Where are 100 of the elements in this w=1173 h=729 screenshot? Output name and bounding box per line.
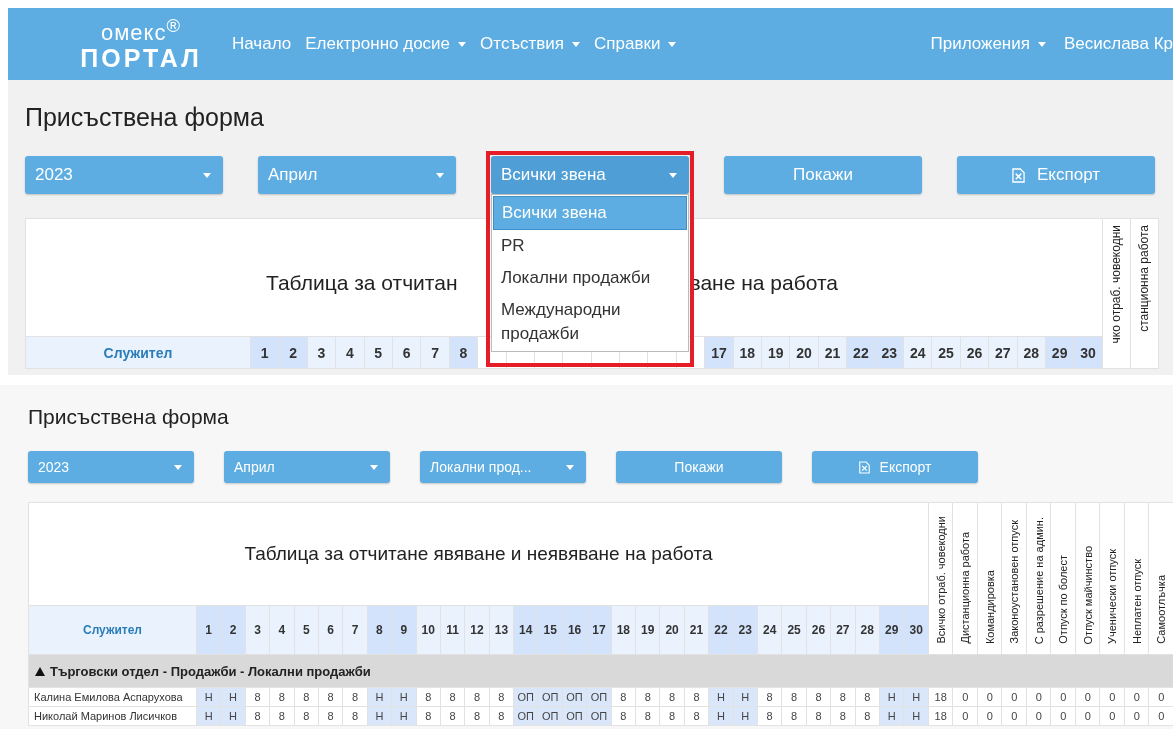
table-title: Таблица за отчитан	[266, 270, 458, 295]
nav-link[interactable]: Отсъствия	[480, 34, 581, 54]
table-cell: 8	[464, 706, 490, 726]
table-cell: 18	[928, 687, 953, 707]
nav-link[interactable]: Приложения	[930, 34, 1046, 54]
table-cell: 8	[294, 706, 319, 726]
table-cell: 8	[611, 687, 636, 707]
column-header: Неплатен отпуск	[1130, 558, 1143, 644]
column-header: Ученически отпуск	[1106, 549, 1119, 644]
table-cell: 8	[635, 706, 660, 726]
table-cell: 8	[245, 706, 270, 726]
select-dropdown[interactable]: Април	[224, 451, 390, 483]
select-dropdown[interactable]: 2023	[25, 156, 223, 194]
table-cell: 8	[245, 687, 270, 707]
table-cell: 0	[952, 687, 978, 707]
table-cell: 0	[1026, 706, 1051, 726]
table-cell: 8	[294, 687, 319, 707]
table-cell: 0	[977, 687, 1002, 707]
dropdown-option[interactable]: PR	[493, 230, 687, 262]
table-cell: 0	[1001, 706, 1027, 726]
caret-icon	[203, 172, 211, 178]
dropdown-option[interactable]: Локални продажби	[493, 262, 687, 294]
collapse-icon[interactable]	[35, 667, 45, 676]
export-button[interactable]: Експорт	[812, 451, 978, 483]
table-cell: 8	[416, 706, 441, 726]
nav-link[interactable]: Весислава Кр	[1063, 34, 1173, 54]
caret-icon	[370, 464, 378, 470]
column-header: станционна работа	[1137, 225, 1152, 332]
table-cell: 8	[684, 687, 709, 707]
logo-text: омекс$^{®}$	[101, 17, 181, 45]
table-cell: 8	[342, 687, 368, 707]
table-cell: 8	[830, 687, 856, 707]
table-cell: 8	[440, 687, 465, 707]
table-cell: 8	[781, 706, 807, 726]
column-header: Отпуск майчинство	[1081, 545, 1094, 644]
table-cell: 8	[269, 687, 295, 707]
table-cell: 8	[611, 706, 636, 726]
table-cell: 8	[416, 687, 441, 707]
nav-link[interactable]: Начало	[232, 34, 292, 54]
select-dropdown[interactable]: 2023	[28, 451, 194, 483]
table-cell: 8	[855, 687, 880, 707]
table-cell: 8	[659, 687, 685, 707]
table-cell: 0	[952, 706, 978, 726]
table-cell: 0	[1075, 687, 1100, 707]
caret-icon	[669, 172, 677, 178]
caret-icon	[174, 464, 182, 470]
nav-link[interactable]: Електронно досие	[305, 34, 467, 54]
page-title: Присъствена форма	[28, 405, 230, 429]
export-button[interactable]: Експорт	[957, 156, 1155, 194]
table-cell: 0	[1124, 706, 1149, 726]
dropdown-option[interactable]: Всички звена	[493, 196, 687, 230]
table-cell: 18	[928, 706, 953, 726]
select-dropdown[interactable]: Локални прод...	[420, 451, 586, 483]
table-cell: 8	[806, 687, 831, 707]
dropdown-option[interactable]: Международни продажби	[493, 294, 687, 350]
table-cell: 8	[464, 687, 490, 707]
column-header: Законоустановен отпуск	[1008, 520, 1021, 644]
show-button[interactable]: Покажи	[616, 451, 782, 483]
table-cell: 8	[269, 706, 295, 726]
table-cell: 0	[1050, 706, 1076, 726]
table-cell: 8	[830, 706, 856, 726]
column-header: Служител	[28, 605, 197, 655]
select-dropdown[interactable]: Всички звена	[491, 156, 689, 194]
employee-name: Николай Маринов Лисичков	[28, 706, 197, 726]
nav-link[interactable]: Справки	[594, 34, 677, 54]
show-button[interactable]: Покажи	[724, 156, 922, 194]
table-cell: 8	[318, 687, 343, 707]
page-title: Присъствена форма	[25, 103, 265, 132]
table-cell: 0	[1099, 706, 1125, 726]
column-header: С разрешение на админ.	[1032, 516, 1045, 644]
select-dropdown[interactable]: Април	[258, 156, 456, 194]
caret-icon	[436, 172, 444, 178]
column-header: Командировка	[983, 569, 996, 644]
column-header: Дистанционна работа	[959, 532, 972, 644]
table-cell: 8	[855, 706, 880, 726]
employee-name: Калина Емилова Аспарухова	[28, 687, 197, 707]
column-header: Всичко отраб. човекодни	[934, 516, 947, 644]
group-label: Търговски отдел - Продажби - Локални продажби	[50, 664, 371, 679]
table-cell: 8	[318, 706, 343, 726]
table-cell: 0	[1124, 687, 1149, 707]
table-cell: 8	[781, 687, 807, 707]
table-title: Таблица за отчитане явяване и неявяване на работа	[244, 543, 713, 565]
table-cell: 8	[757, 687, 782, 707]
table-cell: 8	[635, 687, 660, 707]
table-cell: 8	[489, 706, 514, 726]
table-cell: 8	[659, 706, 685, 726]
table-cell: 0	[1026, 687, 1051, 707]
table-cell: 8	[440, 706, 465, 726]
logo-text: ПОРТАЛ	[80, 45, 202, 71]
caret-icon	[566, 464, 574, 470]
table-cell: 8	[757, 706, 782, 726]
table-cell: 0	[977, 706, 1002, 726]
column-header: чко отраб. човекодни	[1109, 225, 1124, 344]
table-cell: 0	[1075, 706, 1100, 726]
column-header: Отпуск по болест	[1057, 555, 1070, 644]
table-cell: 8	[684, 706, 709, 726]
table-cell: 8	[489, 687, 514, 707]
table-cell: 8	[342, 706, 368, 726]
table-cell: 0	[1099, 687, 1125, 707]
table-cell: 8	[806, 706, 831, 726]
